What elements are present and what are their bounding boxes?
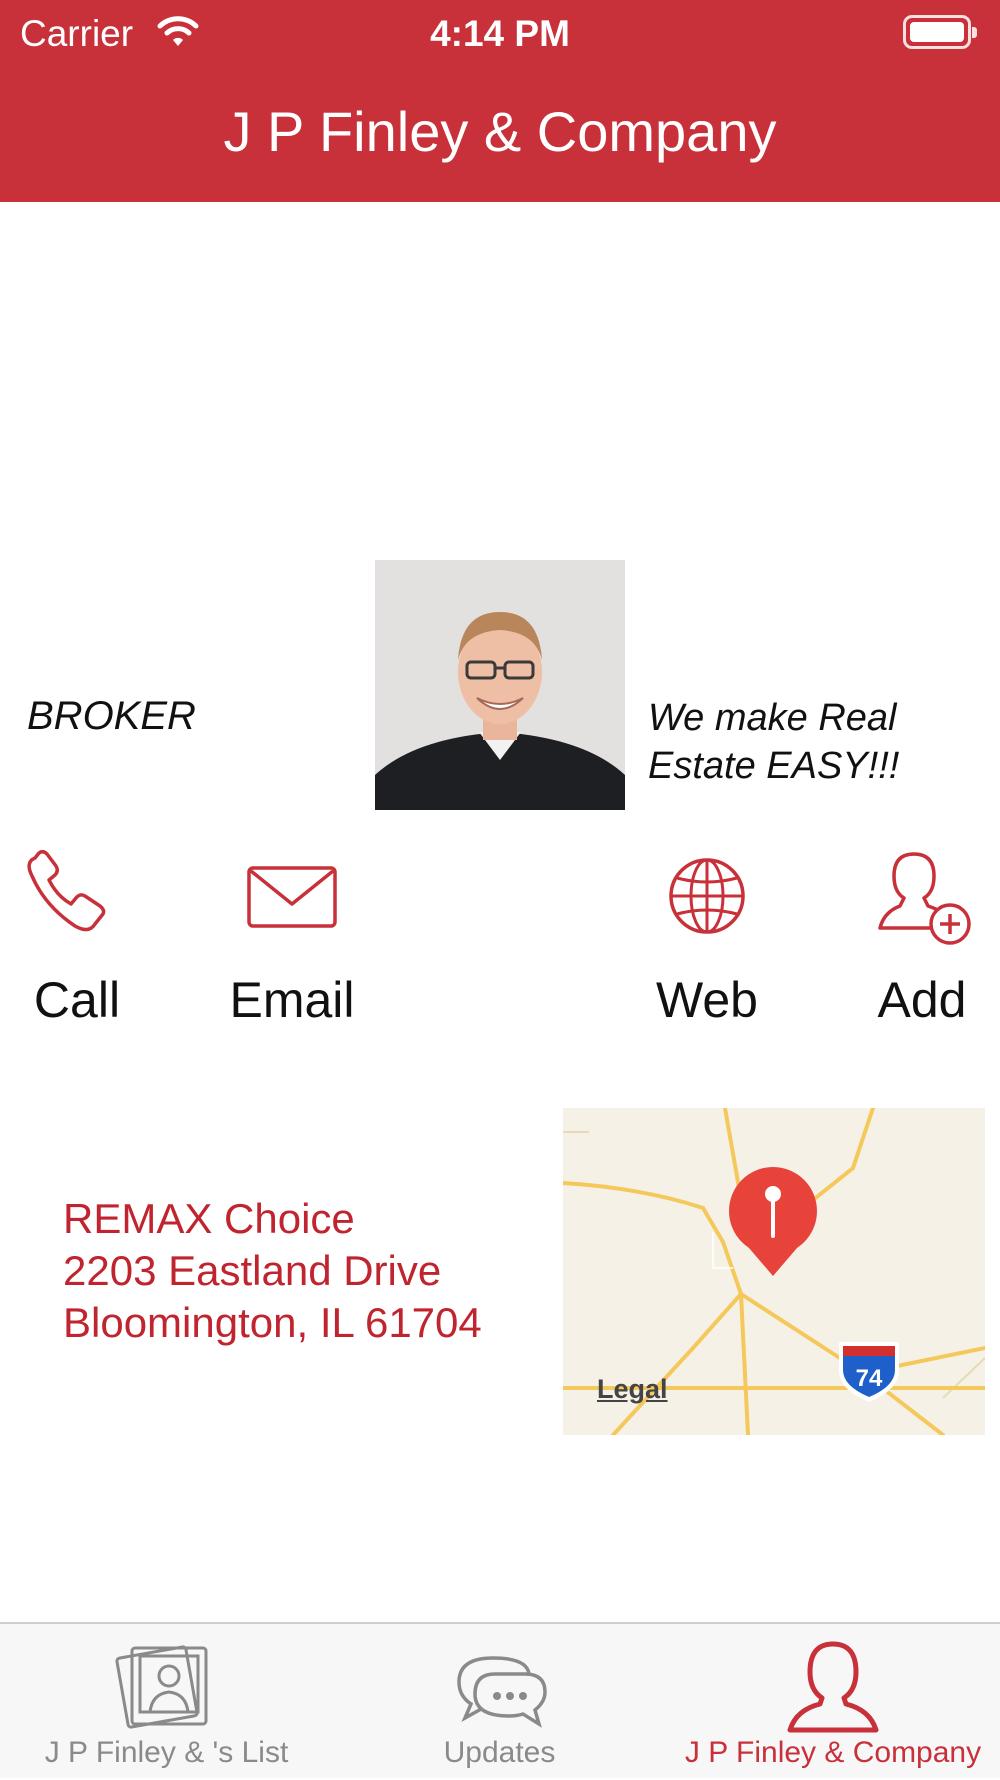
tab-bar: J P Finley & 's List Updates J P Finley … bbox=[0, 1622, 1000, 1778]
tab-list-label: J P Finley & 's List bbox=[44, 1736, 289, 1769]
svg-text:74: 74 bbox=[856, 1365, 883, 1392]
agent-tagline: We make Real Estate EASY!!! bbox=[648, 694, 988, 790]
tab-company-label: J P Finley & Company bbox=[684, 1736, 982, 1769]
email-label: Email bbox=[229, 972, 355, 1028]
address-line-1: REMAX Choice bbox=[63, 1195, 355, 1242]
status-time: 4:14 PM bbox=[430, 13, 570, 54]
address-line-2: 2203 Eastland Drive bbox=[63, 1247, 442, 1294]
address-line-3: Bloomington, IL 61704 bbox=[63, 1299, 482, 1346]
call-button[interactable]: Call bbox=[0, 840, 177, 1030]
email-button[interactable]: Email bbox=[192, 840, 392, 1030]
globe-icon bbox=[669, 858, 745, 934]
add-label: Add bbox=[877, 972, 967, 1028]
office-address[interactable]: REMAX Choice 2203 Eastland Drive Bloomin… bbox=[63, 1193, 482, 1349]
add-contact-icon bbox=[878, 852, 971, 945]
tagline-line-1: We make Real bbox=[648, 697, 897, 739]
chat-bubble-icon bbox=[456, 1656, 547, 1728]
tab-updates-label: Updates bbox=[443, 1736, 556, 1769]
web-button[interactable]: Web bbox=[607, 840, 807, 1030]
agent-role: BROKER bbox=[27, 694, 196, 738]
person-icon bbox=[787, 1641, 879, 1733]
envelope-icon bbox=[247, 866, 337, 928]
battery-icon bbox=[903, 15, 977, 49]
tab-updates[interactable]: Updates bbox=[333, 1624, 666, 1780]
tab-list[interactable]: J P Finley & 's List bbox=[0, 1624, 333, 1780]
page-title: J P Finley & Company bbox=[223, 100, 777, 163]
agent-photo bbox=[375, 560, 625, 810]
tab-company[interactable]: J P Finley & Company bbox=[666, 1624, 1000, 1780]
call-label: Call bbox=[33, 972, 121, 1028]
map-legal-link[interactable]: Legal bbox=[597, 1374, 668, 1405]
photos-icon bbox=[114, 1645, 207, 1729]
add-contact-button[interactable]: Add bbox=[822, 840, 1000, 1030]
tagline-line-2: Estate EASY!!! bbox=[648, 745, 900, 787]
phone-icon bbox=[27, 849, 106, 932]
web-label: Web bbox=[656, 972, 758, 1028]
